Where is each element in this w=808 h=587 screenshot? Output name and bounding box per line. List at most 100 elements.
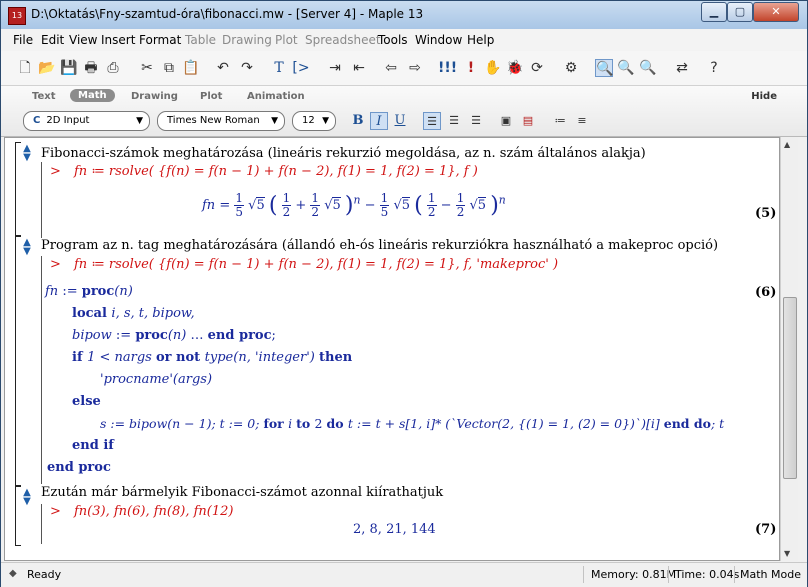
- numbered-list-icon[interactable]: ≡: [573, 112, 591, 130]
- formula-lhs: fn: [202, 198, 216, 213]
- collapse-section-icon[interactable]: ▲ ▼: [20, 144, 34, 163]
- procname-call: 'procname'(args): [100, 372, 213, 387]
- mode-math[interactable]: Math: [70, 89, 115, 102]
- bold-button[interactable]: B: [349, 112, 367, 130]
- align-center-icon[interactable]: ☰: [445, 112, 463, 130]
- input-prompt: >: [50, 164, 61, 179]
- section-heading: Fibonacci-számok meghatározása (lineáris…: [41, 146, 646, 161]
- font-size-dropdown[interactable]: 12 ▼: [292, 111, 336, 131]
- collapse-section-icon[interactable]: ▲ ▼: [20, 488, 34, 507]
- highlight-color-icon[interactable]: ▤: [519, 112, 537, 130]
- menu-tools[interactable]: Tools: [378, 33, 408, 47]
- help-icon[interactable]: ?: [705, 59, 723, 77]
- menu-view[interactable]: View: [69, 33, 97, 47]
- execution-group-bracket: [41, 162, 46, 238]
- proc-name: fn: [45, 284, 59, 299]
- input-mode-dropdown[interactable]: C 2D Input ▼: [23, 111, 150, 131]
- stop-hand-icon[interactable]: ✋: [484, 59, 502, 77]
- keyword: end do: [663, 416, 711, 431]
- keyword: end proc: [47, 460, 111, 475]
- close-button[interactable]: ✕: [753, 2, 799, 22]
- print-preview-icon[interactable]: ⎙: [104, 59, 122, 77]
- math-output-formula: fn = 15 √5 ( 12 + 12 √5 )n − 15 √5 ( 12 …: [202, 192, 506, 219]
- redo-icon[interactable]: ↷: [238, 59, 256, 77]
- mode-animation[interactable]: Animation: [247, 91, 305, 102]
- text-color-icon[interactable]: ▣: [497, 112, 515, 130]
- back-arrow-icon[interactable]: ⇦: [382, 59, 400, 77]
- worksheet[interactable]: ▲ ▼ Fibonacci-számok meghatározása (lineá…: [4, 137, 780, 561]
- section-bracket: [15, 236, 21, 486]
- menu-drawing[interactable]: Drawing: [222, 33, 272, 47]
- main-toolbar: 🗋 📂 💾 🖶 ⎙ ✂ ⧉ 📋 ↶ ↷ T [> ⇥ ⇤ ⇦ ⇨ !!! ! ✋…: [1, 51, 807, 86]
- menu-table[interactable]: Table: [185, 33, 216, 47]
- mode-text[interactable]: Text: [32, 91, 56, 102]
- keyword: do: [326, 416, 348, 431]
- open-folder-icon[interactable]: 📂: [38, 59, 56, 77]
- sqrt-symbol: √: [469, 198, 478, 213]
- outdent-icon[interactable]: ⇤: [350, 59, 368, 77]
- condition: 1 < nargs: [87, 350, 156, 365]
- align-right-icon[interactable]: ☰: [467, 112, 485, 130]
- status-ready: Ready: [27, 568, 62, 581]
- zoom-in-icon[interactable]: 🔍: [617, 59, 635, 77]
- menu-spreadsheet[interactable]: Spreadsheet: [305, 33, 381, 47]
- status-mode: Math Mode: [740, 568, 801, 581]
- maple-window: 13 D:\Oktatás\Fny-szamtud-óra\fibonacci.…: [0, 0, 808, 587]
- align-left-icon[interactable]: ☰: [423, 112, 441, 130]
- fraction-numerator: 1: [281, 191, 292, 206]
- text-mode-icon[interactable]: T: [270, 59, 288, 77]
- math-input[interactable]: fn(3), fn(6), fn(8), fn(12): [74, 504, 233, 519]
- execute-icon[interactable]: !: [462, 59, 480, 77]
- keyword: proc: [81, 284, 115, 299]
- fraction-denominator: 5: [380, 205, 389, 219]
- menu-edit[interactable]: Edit: [41, 33, 64, 47]
- paste-icon[interactable]: 📋: [182, 59, 200, 77]
- new-document-icon[interactable]: 🗋: [16, 59, 34, 77]
- condition: type(n, 'integer'): [204, 350, 319, 365]
- zoom-100-icon[interactable]: 🔍: [595, 59, 613, 77]
- minimize-button[interactable]: ▁: [701, 2, 727, 22]
- menu-file[interactable]: File: [13, 33, 33, 47]
- undo-icon[interactable]: ↶: [214, 59, 232, 77]
- underline-button[interactable]: U: [391, 112, 409, 130]
- keyword: not: [176, 350, 205, 365]
- indent-icon[interactable]: ⇥: [326, 59, 344, 77]
- scroll-up-icon[interactable]: ▲: [784, 140, 790, 149]
- hide-button[interactable]: Hide: [751, 91, 777, 102]
- math-input-icon[interactable]: [>: [292, 59, 310, 77]
- proc-line-3: bipow := proc(n) … end proc;: [72, 328, 276, 343]
- menu-window[interactable]: Window: [415, 33, 462, 47]
- forward-arrow-icon[interactable]: ⇨: [406, 59, 424, 77]
- bullet-list-icon[interactable]: ≔: [551, 112, 569, 130]
- maple-app-icon[interactable]: 13: [8, 7, 26, 25]
- vertical-scrollbar[interactable]: ▲ ▼: [780, 137, 798, 561]
- copy-icon[interactable]: ⧉: [160, 59, 178, 77]
- formula-eq: =: [215, 198, 235, 213]
- mode-plot[interactable]: Plot: [200, 91, 222, 102]
- font-dropdown[interactable]: Times New Roman ▼: [157, 111, 285, 131]
- scroll-down-icon[interactable]: ▼: [784, 549, 790, 558]
- zoom-out-icon[interactable]: 🔍: [639, 59, 657, 77]
- print-icon[interactable]: 🖶: [82, 59, 100, 77]
- mode-drawing[interactable]: Drawing: [131, 91, 178, 102]
- menu-format[interactable]: Format: [139, 33, 181, 47]
- swap-icon[interactable]: ⇄: [673, 59, 691, 77]
- restart-icon[interactable]: ⟳: [528, 59, 546, 77]
- save-icon[interactable]: 💾: [60, 59, 78, 77]
- status-separator: [583, 566, 584, 583]
- settings-gear-icon[interactable]: ⚙: [562, 59, 580, 77]
- italic-button[interactable]: I: [370, 112, 388, 130]
- execute-all-icon[interactable]: !!!: [438, 59, 457, 77]
- debug-bug-icon[interactable]: 🐞: [506, 59, 524, 77]
- cut-icon[interactable]: ✂: [138, 59, 156, 77]
- menu-plot[interactable]: Plot: [275, 33, 298, 47]
- collapse-section-icon[interactable]: ▲ ▼: [20, 238, 34, 257]
- math-input[interactable]: fn ≔ rsolve( {f(n) = f(n − 1) + f(n − 2)…: [74, 257, 558, 272]
- scrollbar-thumb[interactable]: [783, 297, 797, 479]
- keyword: to: [296, 416, 315, 431]
- math-input[interactable]: fn ≔ rsolve( {f(n) = f(n − 1) + f(n − 2)…: [74, 164, 478, 179]
- menu-insert[interactable]: Insert: [101, 33, 135, 47]
- keyword: then: [319, 350, 353, 365]
- maximize-button[interactable]: ▢: [727, 2, 753, 22]
- menu-help[interactable]: Help: [467, 33, 494, 47]
